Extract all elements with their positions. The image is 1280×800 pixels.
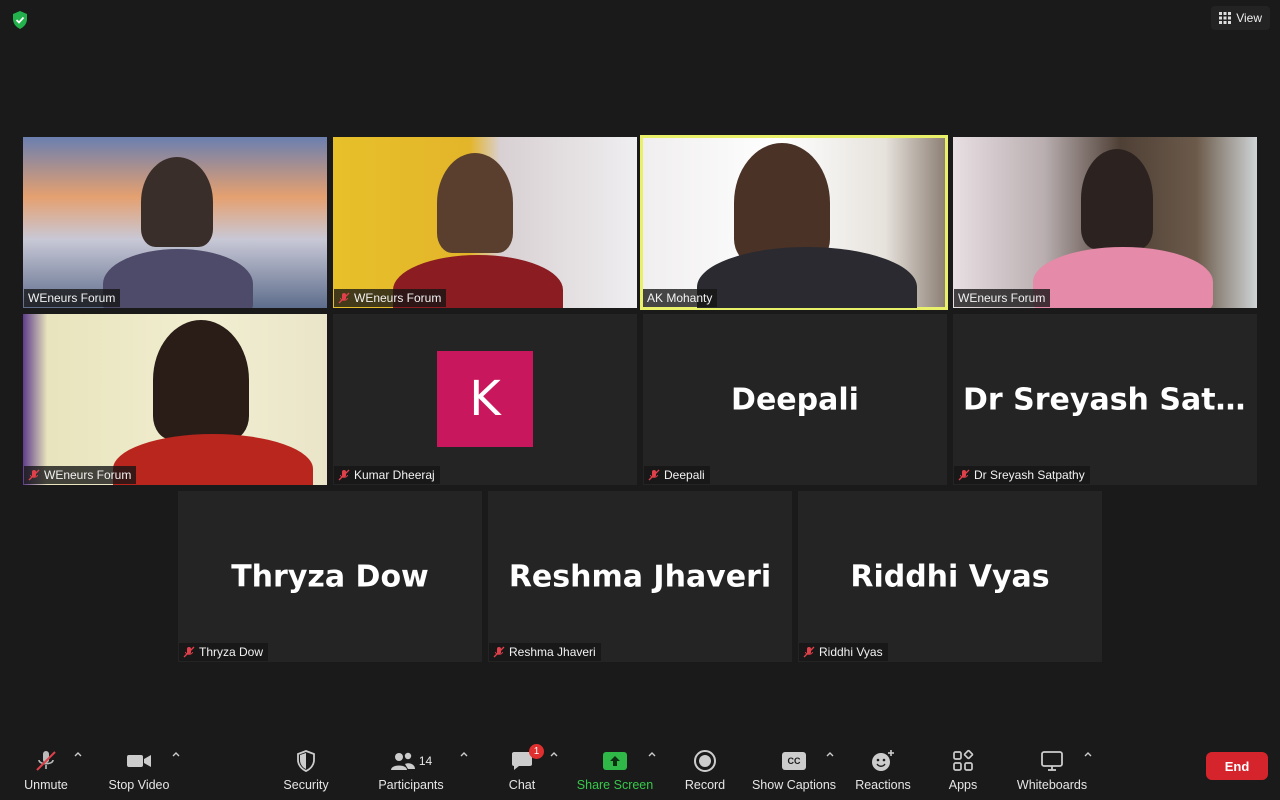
mic-muted-icon	[338, 469, 350, 481]
participant-name-label: Reshma Jhaveri	[489, 643, 601, 661]
participant-name-label: WEneurs Forum	[334, 289, 447, 307]
participant-name-label: Dr Sreyash Satpathy	[954, 466, 1090, 484]
apps-button[interactable]: Apps	[940, 738, 986, 800]
participants-button[interactable]: 14 Participants	[376, 738, 446, 800]
reactions-button[interactable]: Reactions	[852, 738, 914, 800]
mic-muted-icon	[958, 469, 970, 481]
end-meeting-button[interactable]: End	[1206, 752, 1268, 780]
participant-display-name: Reshma Jhaveri	[508, 559, 772, 594]
mic-muted-icon	[493, 646, 505, 658]
participant-tile[interactable]: K Kumar Dheeraj	[333, 314, 637, 485]
participants-count: 14	[418, 754, 433, 768]
whiteboards-button[interactable]: Whiteboards	[1012, 738, 1092, 800]
participant-video	[437, 153, 513, 253]
whiteboard-icon	[1041, 751, 1063, 771]
chat-button[interactable]: 1 Chat	[502, 738, 544, 800]
participant-video-body	[697, 247, 917, 308]
participant-video	[1081, 149, 1153, 249]
participant-video	[141, 157, 213, 247]
video-options-caret-icon[interactable]	[170, 748, 182, 760]
view-label: View	[1236, 11, 1262, 25]
view-button[interactable]: View	[1211, 6, 1270, 30]
smiley-plus-icon	[872, 750, 894, 771]
security-shield-icon	[297, 750, 315, 772]
participant-name-label: Riddhi Vyas	[799, 643, 888, 661]
participant-name-label: WEneurs Forum	[24, 289, 121, 307]
record-button[interactable]: Record	[682, 738, 728, 800]
record-icon	[694, 750, 716, 772]
encryption-shield-icon[interactable]	[10, 10, 30, 30]
participant-video-body	[113, 434, 313, 485]
participant-video	[734, 143, 830, 263]
participants-options-caret-icon[interactable]	[458, 748, 470, 760]
participant-tile[interactable]: WEneurs Forum	[333, 137, 637, 308]
participant-name-label: AK Mohanty	[643, 289, 718, 307]
participant-display-name: Deepali	[731, 382, 859, 417]
meeting-toolbar: Unmute Stop Video Security 14 Participan…	[0, 738, 1280, 800]
participant-tile-active-speaker[interactable]: AK Mohanty	[640, 135, 948, 310]
stop-video-button[interactable]: Stop Video	[104, 738, 174, 800]
mic-muted-icon	[36, 751, 56, 771]
participant-display-name: Thryza Dow	[231, 559, 429, 594]
apps-icon	[953, 749, 974, 771]
share-options-caret-icon[interactable]	[646, 748, 658, 760]
whiteboards-options-caret-icon[interactable]	[1082, 748, 1094, 760]
share-screen-button[interactable]: Share Screen	[576, 738, 654, 800]
participant-video-body	[103, 249, 253, 308]
participant-tile[interactable]: Reshma Jhaveri Reshma Jhaveri	[488, 491, 792, 662]
participant-name-label: WEneurs Forum	[954, 289, 1051, 307]
mic-muted-icon	[648, 469, 660, 481]
captions-icon: CC	[782, 752, 806, 770]
participant-tile[interactable]: WEneurs Forum	[953, 137, 1257, 308]
participant-name-label: Kumar Dheeraj	[334, 466, 440, 484]
share-screen-icon	[603, 752, 627, 770]
video-camera-icon	[127, 755, 151, 767]
participant-display-name: Dr Sreyash Satpa...	[963, 382, 1257, 417]
avatar: K	[437, 351, 533, 447]
mic-muted-icon	[338, 292, 350, 304]
chat-unread-badge: 1	[529, 744, 544, 759]
security-button[interactable]: Security	[280, 738, 332, 800]
audio-options-caret-icon[interactable]	[72, 748, 84, 760]
participant-tile[interactable]: Riddhi Vyas Riddhi Vyas	[798, 491, 1102, 662]
participant-name-label: Thryza Dow	[179, 643, 269, 661]
participant-name-label: WEneurs Forum	[24, 466, 137, 484]
participant-tile[interactable]: WEneurs Forum	[23, 314, 327, 485]
participant-tile[interactable]: Dr Sreyash Satpa... Dr Sreyash Satpathy	[953, 314, 1257, 485]
participant-tile[interactable]: Deepali Deepali	[643, 314, 947, 485]
participant-video	[153, 320, 249, 440]
participant-name-label: Deepali	[644, 466, 710, 484]
participant-tile[interactable]: Thryza Dow Thryza Dow	[178, 491, 482, 662]
participant-video-body	[1033, 247, 1213, 308]
unmute-button[interactable]: Unmute	[18, 738, 74, 800]
captions-options-caret-icon[interactable]	[824, 748, 836, 760]
mic-muted-icon	[803, 646, 815, 658]
grid-icon	[1219, 12, 1232, 24]
mic-muted-icon	[183, 646, 195, 658]
mic-muted-icon	[28, 469, 40, 481]
chat-options-caret-icon[interactable]	[548, 748, 560, 760]
participants-icon	[390, 752, 415, 770]
participant-tile[interactable]: WEneurs Forum	[23, 137, 327, 308]
participant-display-name: Riddhi Vyas	[850, 559, 1050, 594]
